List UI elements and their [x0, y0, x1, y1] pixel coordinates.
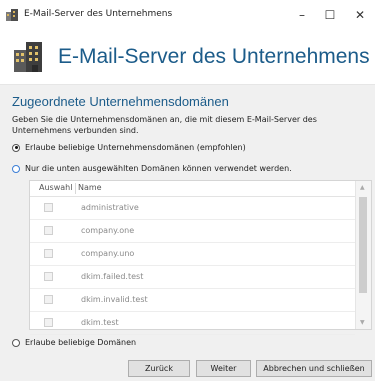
next-button[interactable]: Weiter: [196, 360, 251, 377]
column-header-name[interactable]: Name: [78, 183, 102, 192]
list-item[interactable]: company.one: [30, 220, 355, 243]
row-checkbox[interactable]: [44, 203, 53, 212]
radio-label: Erlaube beliebige Unternehmensdomänen (e…: [25, 143, 246, 152]
radio-indicator[interactable]: [12, 338, 20, 347]
list-header: Auswahl Name: [30, 181, 355, 197]
list-item[interactable]: administrative: [30, 197, 355, 220]
domain-name: administrative: [81, 203, 139, 212]
section-description: Geben Sie die Unternehmensdomänen an, di…: [12, 115, 317, 135]
row-checkbox[interactable]: [44, 295, 53, 304]
column-separator: [75, 183, 76, 194]
scroll-up-icon[interactable]: ▲: [360, 184, 365, 191]
window-title: E-Mail-Server des Unternehmens: [24, 9, 173, 19]
row-checkbox[interactable]: [44, 272, 53, 281]
radio-label: Nur die unten ausgewählten Domänen könne…: [25, 164, 292, 173]
wizard-header: E-Mail-Server des Unternehmens: [0, 30, 375, 85]
maximize-button[interactable]: ☐: [315, 4, 345, 26]
list-rows: administrative company.one company.uno d…: [30, 197, 355, 335]
list-item[interactable]: dkim.failed.test: [30, 266, 355, 289]
minimize-button[interactable]: –: [287, 4, 317, 26]
list-item[interactable]: company.uno: [30, 243, 355, 266]
section-title: Zugeordnete Unternehmensdomänen: [12, 94, 229, 109]
window-titlebar: E-Mail-Server des Unternehmens – ☐ ✕: [0, 0, 375, 30]
domain-name: dkim.test: [81, 318, 119, 327]
radio-allow-any-enterprise[interactable]: Erlaube beliebige Unternehmensdomänen (e…: [12, 143, 246, 152]
radio-only-selected[interactable]: Nur die unten ausgewählten Domänen könne…: [12, 164, 292, 173]
domain-name: company.uno: [81, 249, 135, 258]
radio-allow-any-domain[interactable]: Erlaube beliebige Domänen: [12, 338, 136, 347]
row-checkbox[interactable]: [44, 249, 53, 258]
list-item[interactable]: dkim.invalid.test: [30, 289, 355, 312]
page-title: E-Mail-Server des Unternehmens: [58, 45, 370, 68]
radio-label: Erlaube beliebige Domänen: [25, 338, 137, 347]
server-building-icon: [14, 42, 42, 72]
column-header-selection[interactable]: Auswahl: [39, 183, 72, 192]
wizard-content: Zugeordnete Unternehmensdomänen Geben Si…: [0, 85, 375, 355]
list-item[interactable]: dkim.test: [30, 312, 355, 335]
list-scrollbar[interactable]: ▲ ▼: [355, 181, 371, 329]
domain-name: dkim.failed.test: [81, 272, 144, 281]
domain-name: company.one: [81, 226, 135, 235]
row-checkbox[interactable]: [44, 226, 53, 235]
cancel-and-close-button[interactable]: Abbrechen und schließen: [256, 360, 372, 377]
back-button[interactable]: Zurück: [128, 360, 190, 377]
wizard-footer: Zurück Weiter Abbrechen und schließen: [0, 355, 375, 381]
app-icon: [6, 9, 18, 21]
domain-name: dkim.invalid.test: [81, 295, 148, 304]
close-button[interactable]: ✕: [345, 4, 375, 26]
scrollbar-thumb[interactable]: [359, 197, 367, 293]
scroll-down-icon[interactable]: ▼: [360, 319, 365, 326]
radio-indicator-checked[interactable]: [12, 143, 20, 152]
radio-indicator[interactable]: [12, 164, 20, 173]
domain-list: Auswahl Name administrative company.one …: [29, 180, 372, 335]
row-checkbox[interactable]: [44, 318, 53, 327]
